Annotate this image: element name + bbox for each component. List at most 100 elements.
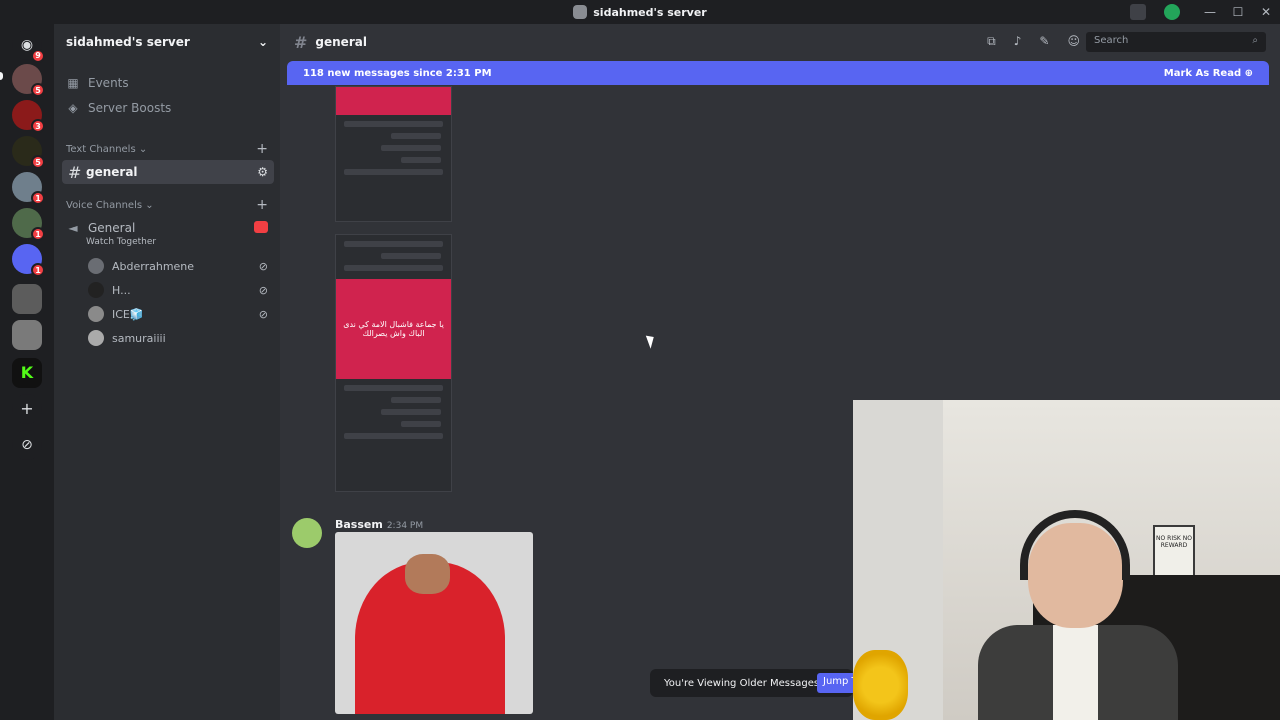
events-item[interactable]: ▦ Events: [66, 76, 128, 90]
header-toolbar: ⧉ ♪ ✎ ☺: [987, 34, 1080, 49]
bell-icon[interactable]: ♪: [1014, 34, 1022, 49]
placeholder-row: [381, 145, 441, 151]
photo-face: [405, 554, 450, 594]
add-voice-channel-icon[interactable]: +: [256, 197, 268, 213]
server-badge: 1: [31, 227, 45, 241]
channel-sidebar: sidahmed's server ⌄ ▦ Events ◈ Server Bo…: [54, 24, 280, 720]
deafened-icon: ⊘: [258, 284, 268, 297]
red-post-text: يا جماعة فاشبال الامة كي ندى الباك واش ي…: [343, 320, 444, 338]
avatar: [88, 330, 104, 346]
minimize-button[interactable]: —: [1196, 5, 1224, 19]
avatar: [88, 282, 104, 298]
members-icon[interactable]: ☺: [1067, 34, 1080, 49]
server-icon[interactable]: 5: [12, 136, 45, 169]
close-button[interactable]: ✕: [1252, 5, 1280, 19]
placeholder-row: [344, 265, 443, 271]
deafened-icon: ⊘: [258, 308, 268, 321]
search-icon: ⌕: [1252, 35, 1258, 46]
placeholder-row: [391, 397, 441, 403]
placeholder-row: [344, 169, 443, 175]
category-label: Text Channels: [66, 144, 136, 155]
placeholder-row: [401, 157, 441, 163]
mark-as-read-label: Mark As Read: [1163, 67, 1242, 79]
server-list: ◉ 9 5 3 5 1 1 1 K + ⊘: [0, 24, 54, 720]
jump-to-present-button[interactable]: Jump T: [817, 673, 853, 693]
image-attachment[interactable]: [335, 86, 452, 222]
headphones-icon: [1020, 510, 1130, 580]
voice-user[interactable]: ICE🧊: [88, 306, 144, 322]
voice-channels-category[interactable]: Voice Channels ⌄: [66, 200, 154, 211]
maximize-button[interactable]: ☐: [1224, 5, 1252, 19]
avatar[interactable]: [292, 518, 322, 548]
category-label: Voice Channels: [66, 200, 143, 211]
avatar: [88, 306, 104, 322]
hash-icon: #: [294, 32, 308, 52]
voice-user[interactable]: samuraiiii: [88, 330, 166, 346]
placeholder-row: [344, 385, 443, 391]
placeholder-row: [344, 241, 443, 247]
pin-icon[interactable]: ✎: [1039, 34, 1049, 49]
image-attachment[interactable]: يا جماعة فاشبال الامة كي ندى الباك واش ي…: [335, 234, 452, 492]
voice-user[interactable]: Abderrahmene: [88, 258, 194, 274]
add-text-channel-icon[interactable]: +: [256, 141, 268, 157]
add-server-icon[interactable]: +: [12, 394, 42, 424]
server-icon[interactable]: 1: [12, 172, 45, 205]
placeholder-row: [401, 421, 441, 427]
server-badge: 3: [31, 119, 45, 133]
discord-home-icon[interactable]: ◉ 9: [12, 30, 45, 63]
chevron-down-icon: ⌄: [257, 35, 268, 49]
window-title: sidahmed's server: [573, 5, 707, 19]
server-icon[interactable]: 1: [12, 244, 45, 277]
server-icon[interactable]: [12, 320, 42, 350]
voice-user-name: samuraiiii: [112, 331, 166, 345]
voice-activity: Watch Together: [86, 237, 157, 247]
unread-pill: [0, 72, 3, 80]
placeholder-row: [391, 133, 441, 139]
red-post-block: [336, 87, 451, 115]
title-bar: sidahmed's server — ☐ ✕: [0, 0, 1280, 24]
server-badge: 5: [31, 155, 45, 169]
webcam-overlay: NO RISK NO REWARD: [853, 400, 1280, 720]
kick-server-icon[interactable]: K: [12, 358, 42, 388]
cam-flowers: [853, 650, 908, 720]
inbox-icon[interactable]: [1130, 4, 1146, 20]
voice-user-name: Abderrahmene: [112, 259, 195, 273]
boost-icon: ◈: [68, 101, 78, 115]
server-name: sidahmed's server: [66, 35, 190, 49]
threads-icon[interactable]: ⧉: [987, 34, 996, 49]
channel-title: general: [315, 35, 367, 49]
server-header[interactable]: sidahmed's server ⌄: [54, 24, 280, 60]
mark-as-read-button[interactable]: Mark As Read ⊕: [1164, 68, 1253, 79]
search-placeholder: Search: [1094, 35, 1129, 46]
server-badge: 1: [31, 263, 45, 277]
server-badge: 5: [31, 83, 45, 97]
search-input[interactable]: Search ⌕: [1086, 32, 1266, 52]
window-title-text: sidahmed's server: [593, 5, 707, 19]
message-author[interactable]: Bassem 2:34 PM: [335, 518, 423, 531]
new-messages-text: 118 new messages since 2:31 PM: [303, 67, 492, 79]
server-icon[interactable]: [12, 284, 42, 314]
channel-general[interactable]: # general ⚙: [62, 160, 274, 184]
cam-shirt: [1053, 625, 1098, 720]
explore-icon[interactable]: ⊘: [12, 430, 42, 460]
voice-user[interactable]: H...: [88, 282, 131, 298]
new-messages-bar[interactable]: 118 new messages since 2:31 PM Mark As R…: [287, 61, 1269, 85]
red-post-block: يا جماعة فاشبال الامة كي ندى الباك واش ي…: [336, 279, 451, 379]
channel-settings-icon[interactable]: ⚙: [257, 165, 268, 179]
message-timestamp: 2:34 PM: [386, 521, 424, 531]
help-icon[interactable]: [1164, 4, 1180, 20]
channel-name: general: [86, 165, 138, 179]
text-channels-category[interactable]: Text Channels ⌄: [66, 144, 147, 155]
live-icon: [254, 221, 268, 233]
server-boosts-item[interactable]: ◈ Server Boosts: [66, 101, 171, 115]
streamer: [968, 505, 1178, 720]
voice-user-name: H...: [112, 283, 131, 297]
hash-icon: #: [68, 162, 82, 182]
voice-channel-general[interactable]: ◄ General: [66, 221, 135, 235]
server-icon[interactable]: 3: [12, 100, 45, 133]
server-badge: 1: [31, 191, 45, 205]
server-icon[interactable]: 5: [12, 64, 45, 97]
image-attachment[interactable]: [335, 532, 533, 714]
server-mini-icon: [573, 5, 588, 19]
server-icon[interactable]: 1: [12, 208, 45, 241]
